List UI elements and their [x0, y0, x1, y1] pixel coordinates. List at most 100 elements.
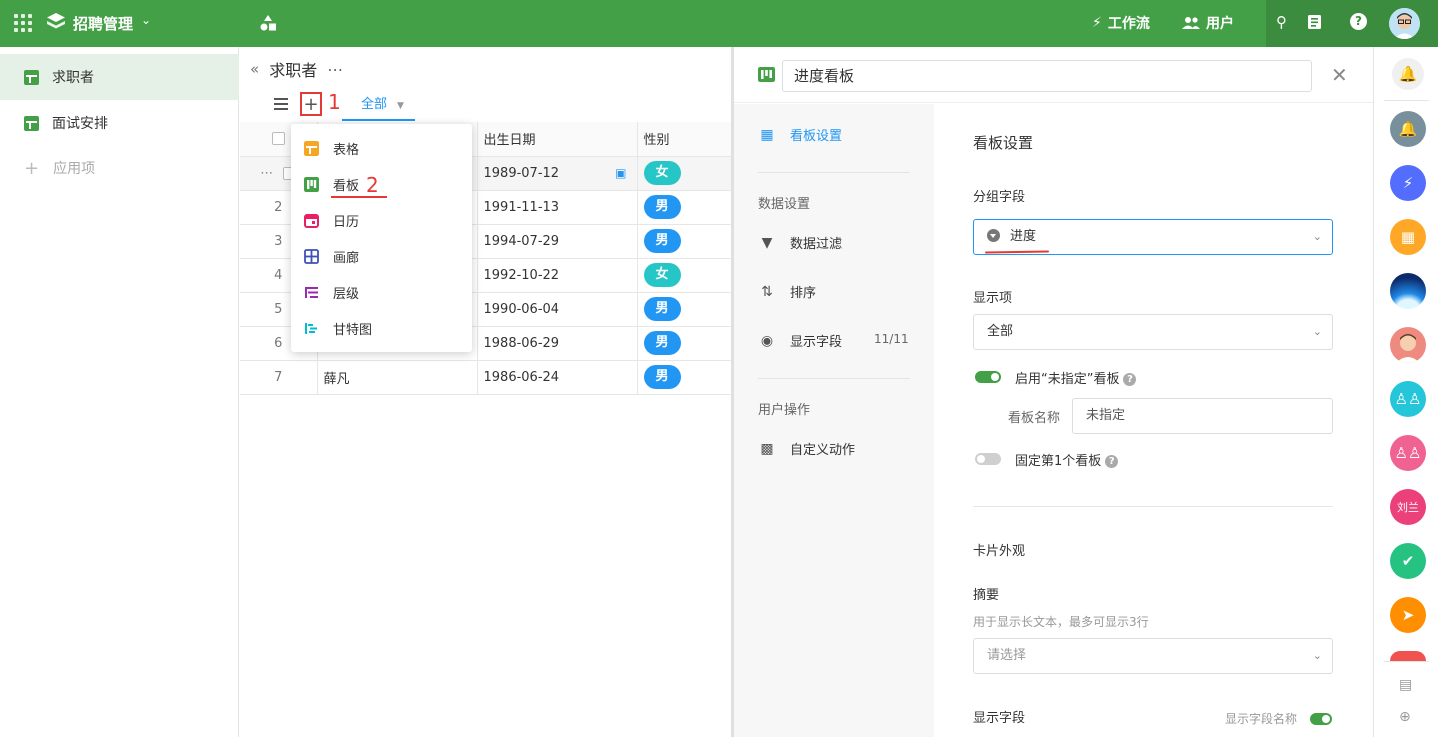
menu-item-label: 日历 [333, 214, 360, 230]
partial-app-icon[interactable] [1390, 651, 1426, 661]
nav-divider [758, 172, 910, 173]
table-view-icon [304, 140, 319, 156]
sort-icon: ⇅ [761, 283, 773, 300]
chevron-down-icon[interactable]: ⌄ [141, 13, 151, 27]
nav-kanban-settings[interactable]: ▦ 看板设置 [758, 125, 908, 145]
add-app-item-button[interactable]: + 应用项 [0, 145, 239, 191]
gender-cell[interactable]: 男 [637, 326, 732, 361]
help-icon[interactable]: ? [1350, 13, 1367, 30]
apps-icon[interactable]: ▦ [1390, 219, 1426, 255]
hierarchy-view-icon [305, 286, 318, 298]
row-more-icon[interactable]: ⋯ [260, 166, 273, 181]
date-cell[interactable]: 1989-07-12 ▣ [477, 156, 638, 191]
name-cell[interactable]: 薛凡 [317, 360, 478, 395]
pin-first-board-toggle[interactable] [975, 453, 1001, 465]
gender-tag: 男 [643, 229, 681, 253]
calendar-icon[interactable]: ▣ [615, 166, 626, 180]
chat-add-icon[interactable]: ⊕ [1399, 709, 1411, 725]
notification-bell-icon[interactable]: 🔔 [1392, 58, 1424, 90]
nav-sort[interactable]: ⇅ 排序 [758, 282, 908, 302]
contacts-icon[interactable]: ▤ [1399, 677, 1412, 693]
user-avatar[interactable] [1389, 8, 1420, 39]
enable-unassigned-toggle[interactable] [975, 371, 1001, 383]
sidebar-item-candidates[interactable]: 求职者 [0, 54, 239, 100]
gender-cell[interactable]: 男 [637, 360, 732, 395]
nav-label: 自定义动作 [790, 443, 856, 458]
display-items-select[interactable]: 全部 ⌄ [973, 314, 1333, 350]
date-cell[interactable]: 1991-11-13 [477, 190, 638, 225]
annotation-number: 2 [366, 173, 379, 197]
nav-filter[interactable]: ▼ 数据过滤 [758, 233, 908, 253]
date-cell[interactable]: 1994-07-29 [477, 224, 638, 259]
close-icon[interactable]: ✕ [1331, 63, 1348, 87]
menu-item-calendar-view[interactable]: 日历 [291, 202, 472, 238]
users-button[interactable]: 用户 [1182, 13, 1234, 33]
nav-custom-action[interactable]: ▩ 自定义动作 [758, 439, 908, 459]
notes-icon[interactable] [1307, 14, 1322, 30]
sidebar-item-label: 求职者 [52, 70, 94, 86]
select-all-checkbox[interactable] [271, 132, 285, 146]
menu-icon[interactable] [274, 98, 288, 110]
more-icon[interactable]: ⋯ [327, 60, 343, 79]
gender-cell[interactable]: 男 [637, 190, 732, 225]
gender-cell[interactable]: 女 [637, 258, 732, 293]
group-avatar-icon[interactable]: ♙♙ [1390, 381, 1426, 417]
workflow-label: 工作流 [1107, 16, 1150, 32]
help-icon[interactable]: ? [1105, 455, 1119, 468]
gender-column-header[interactable]: 性别 [637, 122, 732, 157]
view-type-menu: 表格 看板 日历 画廊 层级 甘特图 [291, 124, 472, 352]
user-initials-avatar[interactable]: 刘兰 [1390, 489, 1426, 525]
person-avatar[interactable] [1390, 327, 1426, 363]
date-cell[interactable]: 1988-06-29 [477, 326, 638, 361]
notifications-app-icon[interactable]: 🔔 [1390, 111, 1426, 147]
sidebar-item-interviews[interactable]: 面试安排 [0, 100, 239, 146]
right-rail: 🔔 🔔 ⚡ ▦ ♙♙ ♙♙ 刘兰 ✔ ➤ ▤ ⊕ [1373, 47, 1438, 737]
table-icon [24, 69, 39, 85]
help-icon[interactable]: ? [1123, 373, 1137, 386]
workflow-button[interactable]: ⚡ 工作流 [1092, 13, 1150, 33]
sidebar-item-label: 面试安排 [52, 116, 108, 132]
menu-item-gantt-view[interactable]: 甘特图 [291, 310, 472, 346]
group-avatar-icon[interactable]: ♙♙ [1390, 435, 1426, 471]
menu-item-table-view[interactable]: 表格 [291, 130, 472, 166]
app-title[interactable]: 招聘管理 [73, 13, 133, 34]
rail-divider [1384, 661, 1429, 662]
caret-down-icon[interactable]: ▼ [397, 101, 404, 111]
check-app-icon[interactable]: ✔ [1390, 543, 1426, 579]
settings-nav: ▦ 看板设置 数据设置 ▼ 数据过滤 ⇅ 排序 ◉ 显示字段 11/11 用户操… [734, 104, 934, 737]
row-number: 7 [240, 360, 318, 395]
gender-cell[interactable]: 女 [637, 156, 732, 191]
table-icon [24, 115, 39, 131]
workflow-app-icon[interactable]: ⚡ [1390, 165, 1426, 201]
menu-item-gallery-view[interactable]: 画廊 [291, 238, 472, 274]
date-cell[interactable]: 1990-06-04 [477, 292, 638, 327]
group-field-select[interactable]: 进度 ⌄ [973, 219, 1333, 255]
search-icon[interactable]: ⚲ [1276, 13, 1287, 31]
birthdate-column-header[interactable]: 出生日期 [477, 122, 638, 157]
table-row[interactable]: 7 薛凡 1986-06-24 男 [240, 360, 732, 395]
workflow-icon: ⚡ [1092, 15, 1102, 31]
date-cell[interactable]: 1992-10-22 [477, 258, 638, 293]
view-name-input[interactable]: 进度看板 [782, 60, 1312, 92]
gender-cell[interactable]: 男 [637, 292, 732, 327]
tab-all-view[interactable]: 全部 ▼ [342, 93, 415, 121]
menu-item-kanban-view[interactable]: 看板 [291, 166, 472, 202]
menu-item-label: 画廊 [333, 250, 360, 266]
send-app-icon[interactable]: ➤ [1390, 597, 1426, 633]
show-field-names-toggle[interactable] [1310, 713, 1332, 725]
display-fields-label: 显示字段 [973, 711, 1026, 726]
add-view-button[interactable]: + [300, 92, 322, 116]
gender-cell[interactable]: 男 [637, 224, 732, 259]
shapes-icon[interactable] [259, 14, 277, 32]
board-name-input[interactable]: 未指定 [1072, 398, 1333, 434]
apps-grid-icon[interactable] [14, 14, 32, 32]
collapse-icon[interactable]: « [250, 60, 259, 78]
landscape-avatar[interactable] [1390, 273, 1426, 309]
tab-label: 全部 [361, 97, 388, 112]
date-cell[interactable]: 1986-06-24 [477, 360, 638, 395]
menu-item-hierarchy-view[interactable]: 层级 [291, 274, 472, 310]
dropdown-field-icon [987, 229, 1000, 242]
summary-select[interactable]: 请选择 ⌄ [973, 638, 1333, 674]
custom-action-icon: ▩ [760, 440, 774, 457]
gender-tag: 女 [643, 161, 681, 185]
